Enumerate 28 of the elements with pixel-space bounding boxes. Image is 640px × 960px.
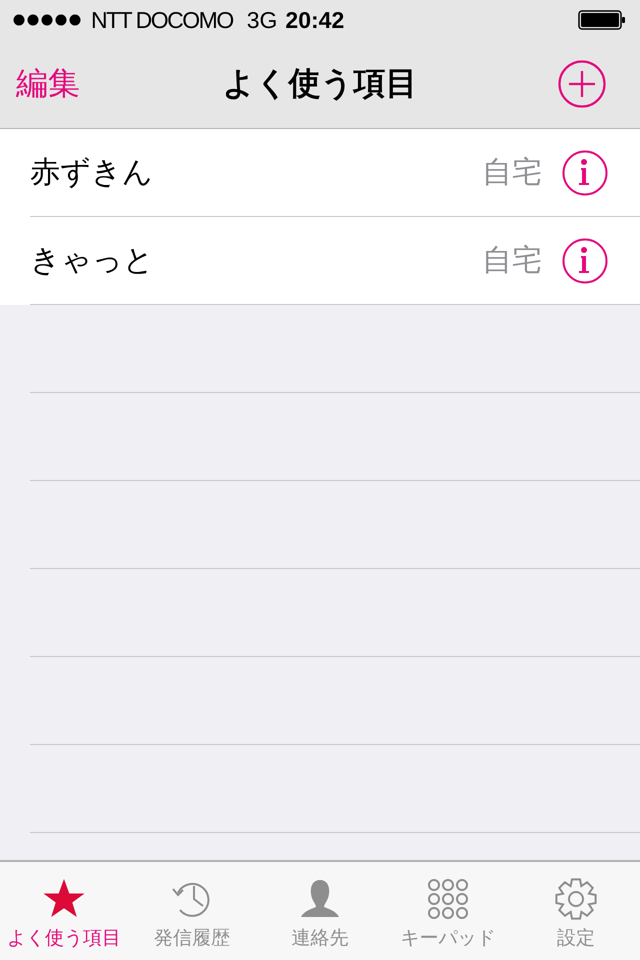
battery-icon bbox=[578, 10, 626, 30]
tab-label: よく使う項目 bbox=[7, 926, 121, 951]
network-type: 3G bbox=[246, 6, 278, 34]
add-icon[interactable] bbox=[558, 60, 606, 108]
contact-name: 赤ずきん bbox=[30, 154, 154, 192]
tab[interactable]: キーパッド bbox=[384, 862, 512, 960]
contact-name: きゃっと bbox=[30, 242, 155, 280]
nav-title: よく使う項目 bbox=[222, 63, 418, 104]
tab[interactable]: 発信履歴 bbox=[128, 862, 256, 960]
carrier-name: NTT DOCOMO bbox=[91, 6, 233, 34]
phone-label: 自宅 bbox=[482, 242, 542, 280]
tab-label: 設定 bbox=[557, 926, 595, 951]
favorite-row[interactable]: 赤ずきん 自宅 bbox=[0, 129, 640, 217]
info-icon[interactable] bbox=[562, 238, 608, 284]
edit-button[interactable]: 編集 bbox=[16, 62, 80, 106]
settings-icon bbox=[554, 877, 598, 921]
signal-icon bbox=[13, 14, 83, 26]
keypad-icon bbox=[426, 877, 470, 921]
info-icon[interactable] bbox=[562, 150, 608, 196]
tab-label: 連絡先 bbox=[292, 926, 348, 951]
tab-label: キーパッド bbox=[400, 926, 496, 951]
tab-label: 発信履歴 bbox=[154, 926, 230, 951]
tab[interactable]: よく使う項目 bbox=[0, 862, 128, 960]
favorite-row[interactable]: きゃっと 自宅 bbox=[0, 217, 640, 305]
tab[interactable]: 設定 bbox=[512, 862, 640, 960]
tab[interactable]: 連絡先 bbox=[256, 862, 384, 960]
phone-label: 自宅 bbox=[482, 154, 542, 192]
status-time: 20:42 bbox=[285, 6, 344, 34]
